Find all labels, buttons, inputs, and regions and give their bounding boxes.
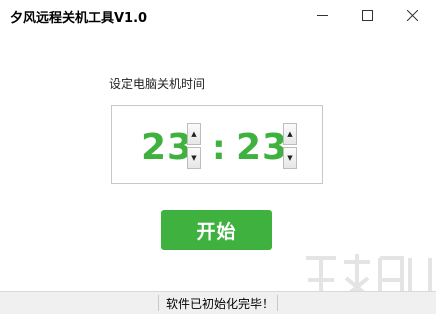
minimize-icon (316, 14, 328, 16)
hour-value[interactable]: 23 (141, 128, 193, 168)
minute-spinner: ▲ ▼ (283, 123, 297, 169)
window-title: 夕风远程关机工具V1.0 (10, 11, 148, 26)
minute-down-button[interactable]: ▼ (283, 147, 297, 169)
status-text: 软件已初始化完毕！ (166, 297, 275, 311)
title-bar: 夕风远程关机工具V1.0 (0, 0, 436, 32)
close-icon (406, 9, 418, 21)
minute-up-button[interactable]: ▲ (283, 123, 297, 145)
hour-spinner: ▲ ▼ (187, 123, 201, 169)
maximize-button[interactable] (345, 0, 389, 30)
status-divider (158, 295, 159, 311)
time-panel: 23 ▲ ▼ : 23 ▲ ▼ (111, 105, 323, 184)
hour-down-button[interactable]: ▼ (187, 147, 201, 169)
status-bar: 软件已初始化完毕！ (0, 291, 436, 314)
maximize-icon (361, 9, 373, 21)
status-divider (277, 295, 278, 311)
close-button[interactable] (390, 0, 434, 30)
start-button[interactable]: 开始 (161, 210, 272, 250)
shutdown-time-label: 设定电脑关机时间 (109, 77, 206, 91)
hour-up-button[interactable]: ▲ (187, 123, 201, 145)
minute-value[interactable]: 23 (236, 128, 288, 168)
time-separator: : (212, 128, 226, 168)
minimize-button[interactable] (300, 0, 344, 30)
